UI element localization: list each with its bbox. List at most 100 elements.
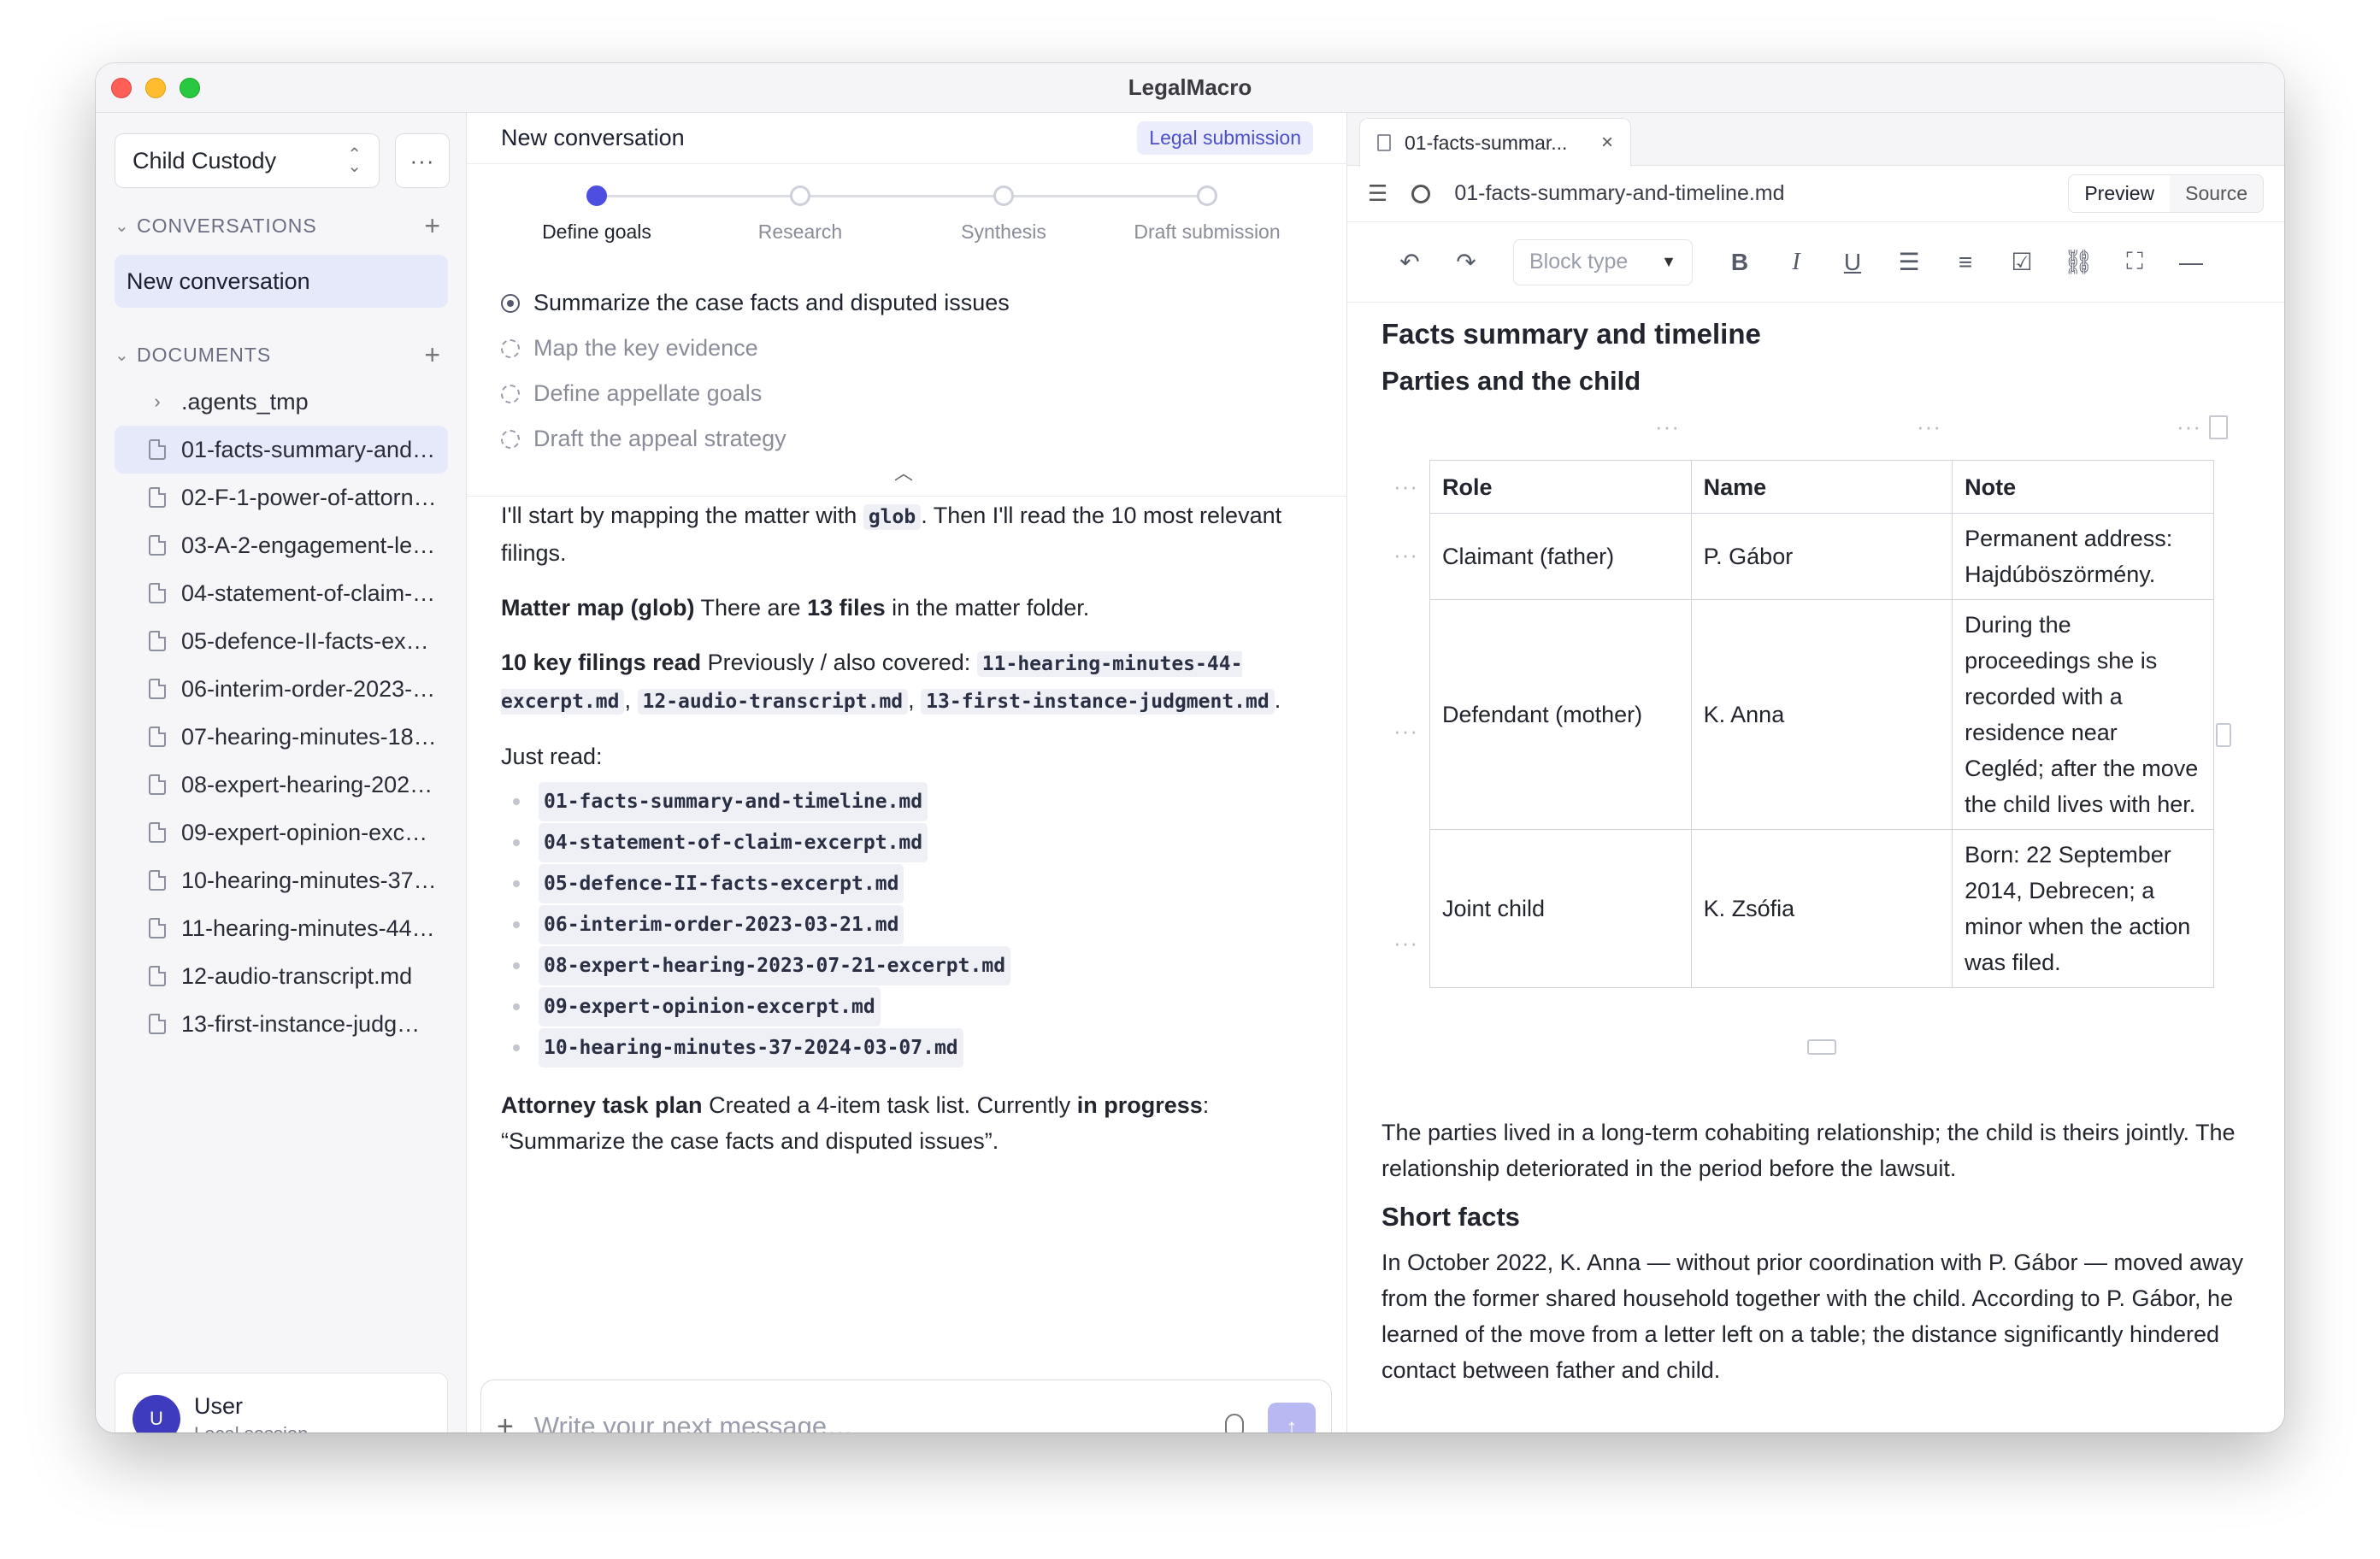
table-cell[interactable]: Joint child	[1429, 829, 1692, 988]
document-item[interactable]: 10-hearing-minutes-37-2024-03-07.md	[115, 856, 448, 904]
project-select[interactable]: Child Custody ⌃ ⌄	[115, 133, 380, 188]
add-column-icon[interactable]	[2216, 723, 2231, 747]
numbered-list-icon[interactable]: ≡	[1937, 249, 1994, 276]
editor-tab[interactable]: 01-facts-summar... ×	[1359, 118, 1631, 167]
doc-title: Facts summary and timeline	[1381, 318, 1761, 350]
document-label: 05-defence-II-facts-excerpt.md	[181, 627, 438, 654]
link-icon[interactable]: ⛓	[2050, 248, 2106, 276]
code-block-icon[interactable]: ⛶	[2106, 248, 2163, 276]
message-text: in the matter folder.	[885, 595, 1090, 621]
table-header-cell[interactable]: Name	[1690, 460, 1953, 514]
document-item[interactable]: 05-defence-II-facts-excerpt.md	[115, 617, 448, 665]
inline-code: 13-first-instance-judgment.md	[921, 689, 1275, 715]
preview-button[interactable]: Preview	[2069, 175, 2171, 212]
document-item[interactable]: 07-hearing-minutes-18.md	[115, 713, 448, 761]
table-cell[interactable]: Defendant (mother)	[1429, 599, 1692, 830]
table-row: Joint child K. Zsófia Born: 22 September…	[1429, 829, 2214, 988]
column-handle-icon[interactable]: ···	[2177, 414, 2201, 440]
add-row-icon[interactable]	[1807, 1039, 1836, 1055]
mode-badge[interactable]: Legal submission	[1137, 121, 1313, 155]
table-cell[interactable]: Born: 22 September 2014, Debrecen; a min…	[1952, 829, 2214, 988]
bold-icon[interactable]: B	[1711, 249, 1768, 276]
block-type-select[interactable]: Block type ▼	[1513, 238, 1693, 285]
checklist-icon[interactable]: ☑	[1994, 248, 2050, 276]
inline-code: 06-interim-order-2023-03-21.md	[539, 905, 904, 944]
close-tab-icon[interactable]: ×	[1601, 131, 1613, 155]
microphone-icon[interactable]	[1225, 1414, 1244, 1433]
row-handle-icon[interactable]: ···	[1393, 930, 1418, 956]
message-input[interactable]: Write your next message…	[534, 1411, 853, 1433]
task-item[interactable]: Define appellate goals	[501, 371, 1322, 416]
table-cell[interactable]: Permanent address: Hajdúböszörmény.	[1952, 513, 2214, 600]
zoom-window-button[interactable]	[180, 78, 200, 98]
task-item[interactable]: Summarize the case facts and disputed is…	[501, 280, 1322, 326]
bullet-list-icon[interactable]: ☰	[1881, 248, 1937, 276]
task-item[interactable]: Draft the appeal strategy	[501, 416, 1322, 462]
task-item[interactable]: Map the key evidence	[501, 326, 1322, 371]
row-handle-icon[interactable]: ···	[1393, 474, 1418, 500]
minimize-window-button[interactable]	[145, 78, 166, 98]
step-label: Draft submission	[1134, 221, 1281, 243]
collapse-tasks-icon[interactable]: ︿	[894, 458, 913, 485]
step-dot-define-goals[interactable]	[586, 185, 607, 206]
table-cell[interactable]: P. Gábor	[1690, 513, 1953, 600]
document-item[interactable]: 06-interim-order-2023-03-21.md	[115, 665, 448, 713]
underline-icon[interactable]: U	[1824, 249, 1881, 276]
conversations-section-header[interactable]: ⌄ CONVERSATIONS +	[115, 209, 448, 243]
table-cell[interactable]: K. Anna	[1690, 599, 1953, 830]
table-cell[interactable]: During the proceedings she is recorded w…	[1952, 599, 2214, 830]
table-cell[interactable]: K. Zsófia	[1690, 829, 1953, 988]
message-bold: 13 files	[807, 595, 886, 621]
delete-table-icon[interactable]	[2209, 415, 2228, 439]
step-dot-draft-submission[interactable]	[1197, 185, 1217, 206]
file-icon	[149, 535, 166, 556]
table-header-cell[interactable]: Note	[1952, 460, 2214, 514]
document-label: 09-expert-opinion-excerpt.md	[181, 819, 438, 845]
folder-label: .agents_tmp	[181, 388, 309, 415]
document-label: 08-expert-hearing-2023-07-21-excerpt.md	[181, 771, 438, 797]
row-handle-icon[interactable]: ···	[1393, 542, 1418, 568]
message-bold: Matter map (glob)	[501, 595, 695, 621]
user-card[interactable]: U User Local session	[115, 1373, 448, 1433]
folder-item[interactable]: › .agents_tmp	[115, 378, 448, 426]
doc-heading: Parties and the child	[1381, 366, 1641, 396]
document-item[interactable]: 04-statement-of-claim-excerpt.md	[115, 569, 448, 617]
source-button[interactable]: Source	[2170, 175, 2263, 212]
table-row: Defendant (mother) K. Anna During the pr…	[1429, 599, 2214, 830]
document-item[interactable]: 11-hearing-minutes-44-excerpt.md	[115, 904, 448, 952]
path-bar: ☰ 01-facts-summary-and-timeline.md Previ…	[1347, 166, 2284, 222]
document-item[interactable]: 12-audio-transcript.md	[115, 952, 448, 1000]
document-item[interactable]: 13-first-instance-judgment.md	[115, 1000, 448, 1048]
row-handle-icon[interactable]: ···	[1393, 718, 1418, 744]
divider	[467, 496, 1347, 497]
add-conversation-button[interactable]: +	[424, 210, 441, 242]
document-item[interactable]: 08-expert-hearing-2023-07-21-excerpt.md	[115, 761, 448, 809]
column-handle-icon[interactable]: ···	[1655, 414, 1680, 440]
file-icon	[149, 1014, 166, 1034]
redo-icon[interactable]: ↷	[1438, 248, 1494, 276]
search-icon[interactable]	[1411, 184, 1431, 203]
column-handle-icon[interactable]: ···	[1917, 414, 1941, 440]
table-header-cell[interactable]: Role	[1429, 460, 1692, 514]
documents-section-header[interactable]: ⌄ DOCUMENTS +	[115, 338, 448, 372]
undo-icon[interactable]: ↶	[1381, 248, 1438, 276]
more-options-button[interactable]: ···	[395, 133, 450, 188]
document-item[interactable]: 02-F-1-power-of-attorney.md	[115, 474, 448, 521]
add-document-button[interactable]: +	[424, 339, 441, 371]
send-button[interactable]: ↑	[1268, 1403, 1316, 1433]
conversation-item[interactable]: New conversation	[115, 255, 448, 308]
document-item[interactable]: 03-A-2-engagement-letter.md	[115, 521, 448, 569]
menu-icon[interactable]: ☰	[1368, 180, 1387, 207]
inline-code: 08-expert-hearing-2023-07-21-excerpt.md	[539, 946, 1011, 985]
attach-button[interactable]: +	[497, 1410, 514, 1433]
message-bold: in progress	[1076, 1092, 1203, 1118]
italic-icon[interactable]: I	[1768, 249, 1824, 276]
close-window-button[interactable]	[111, 78, 132, 98]
document-item[interactable]: 01-facts-summary-and-timeline.md	[115, 426, 448, 474]
table-cell[interactable]: Claimant (father)	[1429, 513, 1692, 600]
step-dot-research[interactable]	[790, 185, 810, 206]
horizontal-rule-icon[interactable]: —	[2163, 249, 2219, 276]
step-dot-synthesis[interactable]	[993, 185, 1014, 206]
documents-section-label: DOCUMENTS	[137, 343, 272, 366]
document-item[interactable]: 09-expert-opinion-excerpt.md	[115, 809, 448, 856]
